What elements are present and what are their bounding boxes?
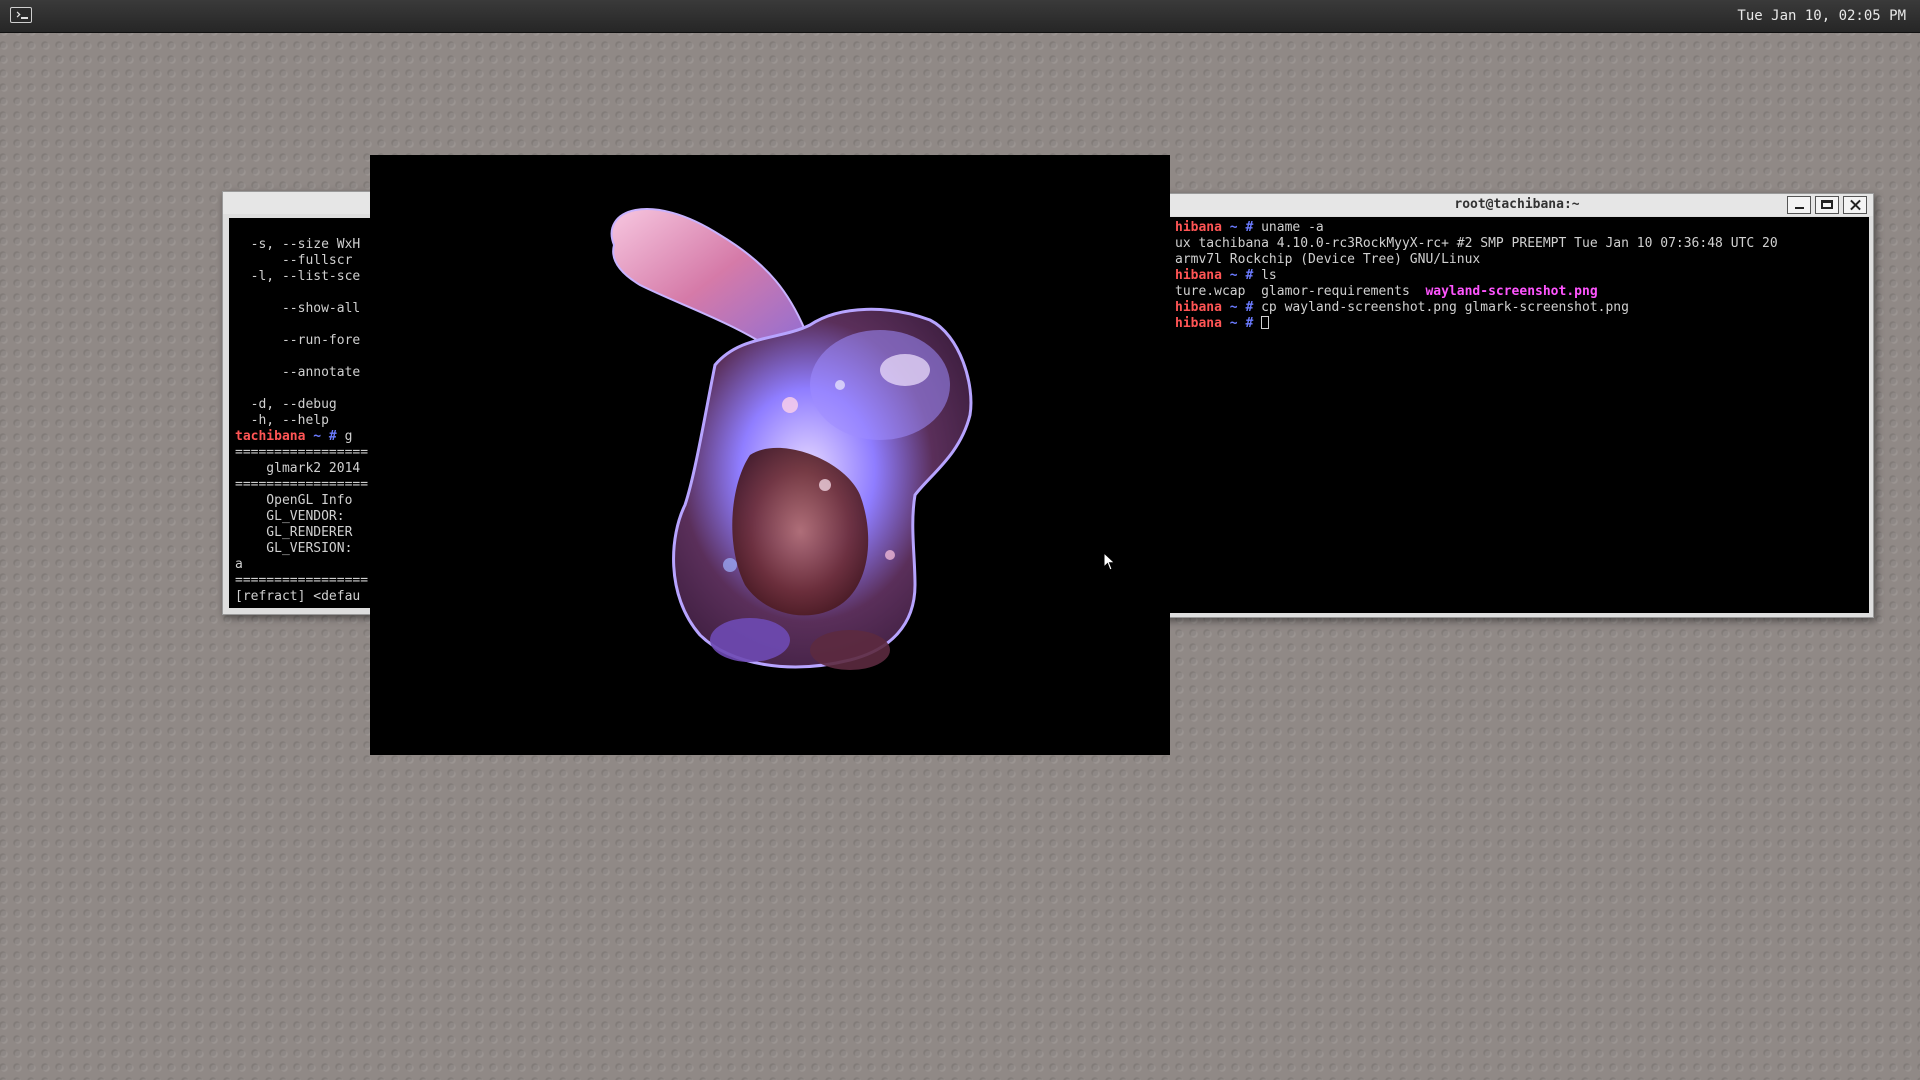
- minimize-icon[interactable]: [1787, 196, 1811, 214]
- glass-bunny-render: [610, 208, 973, 670]
- right-terminal-output[interactable]: hibana ~ # uname -a ux tachibana 4.10.0-r…: [1165, 217, 1869, 613]
- window-controls: [1787, 196, 1867, 214]
- prompt-separator: ~ #: [1221, 268, 1262, 283]
- prompt-host: hibana: [1175, 268, 1222, 283]
- terminal-line: hibana ~ # cp wayland-screenshot.png glm…: [1175, 300, 1869, 316]
- prompt-command: cp wayland-screenshot.png glmark-screens…: [1261, 300, 1629, 315]
- terminal-output-text: ux tachibana 4.10.0-rc3RockMyyX-rc+ #2 S…: [1175, 236, 1778, 251]
- terminal-line: ux tachibana 4.10.0-rc3RockMyyX-rc+ #2 S…: [1175, 236, 1869, 252]
- glmark-render-window[interactable]: [370, 155, 1170, 755]
- prompt-host: hibana: [1175, 316, 1222, 331]
- prompt-command: g: [344, 429, 353, 444]
- close-icon[interactable]: [1843, 196, 1867, 214]
- prompt-separator: ~ #: [1221, 300, 1262, 315]
- window-title[interactable]: root@tachibana:~: [1161, 194, 1873, 216]
- prompt-separator: ~ #: [1221, 220, 1262, 235]
- highlighted-filename: wayland-screenshot.png: [1425, 284, 1598, 299]
- maximize-icon[interactable]: [1815, 196, 1839, 214]
- terminal-cursor: [1261, 316, 1270, 329]
- right-terminal-window[interactable]: root@tachibana:~ hibana ~ # uname -a ux t…: [1160, 193, 1874, 618]
- prompt-host: hibana: [1175, 220, 1222, 235]
- terminal-line: ture.wcap glamor-requirements wayland-sc…: [1175, 284, 1869, 300]
- top-panel: Tue Jan 10, 02:05 PM: [0, 0, 1920, 33]
- terminal-output-text: armv7l Rockchip (Device Tree) GNU/Linux: [1175, 252, 1481, 267]
- terminal-line: hibana ~ # uname -a: [1175, 220, 1869, 236]
- prompt-command: uname -a: [1261, 220, 1324, 235]
- terminal-launcher-icon[interactable]: [10, 7, 32, 23]
- prompt-separator: ~ #: [1221, 316, 1262, 331]
- prompt-host: tachibana: [235, 429, 306, 444]
- terminal-line: hibana ~ # ls: [1175, 268, 1869, 284]
- terminal-line: hibana ~ #: [1175, 316, 1869, 332]
- terminal-output-text: ture.wcap glamor-requirements: [1175, 284, 1426, 299]
- prompt-command: ls: [1261, 268, 1277, 283]
- panel-clock: Tue Jan 10, 02:05 PM: [1737, 8, 1906, 24]
- terminal-line: armv7l Rockchip (Device Tree) GNU/Linux: [1175, 252, 1869, 268]
- prompt-host: hibana: [1175, 300, 1222, 315]
- prompt-separator: ~ #: [305, 429, 345, 444]
- mouse-pointer-icon: [1103, 552, 1116, 571]
